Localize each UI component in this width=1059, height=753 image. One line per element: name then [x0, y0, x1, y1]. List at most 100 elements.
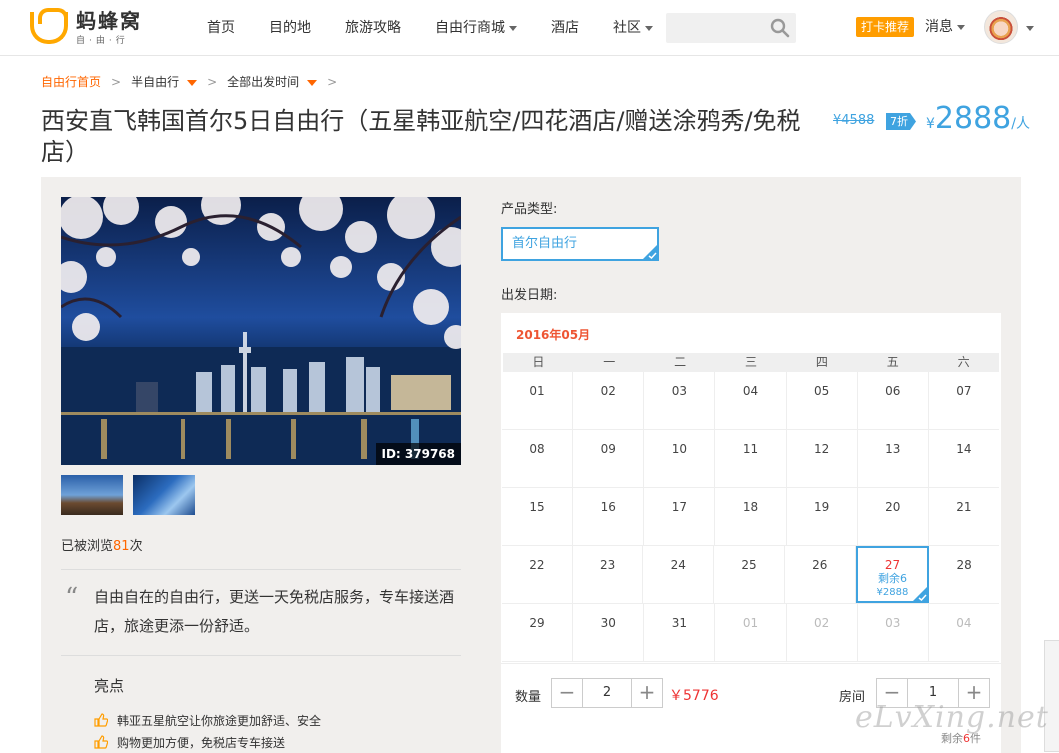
- calendar-day-number: 07: [956, 384, 972, 398]
- thumbs-up-icon: [94, 735, 108, 749]
- calendar-day[interactable]: 11: [715, 430, 787, 487]
- product-type-option[interactable]: 首尔自由行: [501, 227, 659, 261]
- calendar-day[interactable]: 19: [787, 488, 858, 545]
- weekday-label: 三: [745, 355, 758, 369]
- calendar-day[interactable]: 09: [573, 430, 645, 487]
- calendar-day[interactable]: 16: [573, 488, 645, 545]
- calendar-day[interactable]: 28: [929, 546, 999, 603]
- calendar-week-row: 01 02 03 04 05 06 07: [502, 372, 999, 430]
- departure-date-label: 出发日期:: [501, 288, 558, 303]
- nav-community-label: 社区: [613, 20, 641, 36]
- calendar-day[interactable]: 22: [502, 546, 573, 603]
- calendar-day[interactable]: 12: [787, 430, 858, 487]
- thumbnail-sky[interactable]: [133, 475, 195, 515]
- calendar-day[interactable]: 29: [502, 604, 574, 661]
- calendar-day[interactable]: 01: [502, 372, 574, 429]
- calendar-day-number: 24: [670, 558, 686, 572]
- divider: [61, 655, 461, 656]
- chevron-down-icon: [645, 25, 653, 31]
- calendar-day[interactable]: 06: [858, 372, 929, 429]
- calendar-day[interactable]: 23: [573, 546, 644, 603]
- calendar-day: 03: [858, 604, 929, 661]
- breadcrumb-separator: >: [207, 74, 218, 89]
- calendar-day-selected[interactable]: 27 剩余6 ¥2888: [855, 546, 930, 603]
- messages-label: 消息: [925, 19, 953, 35]
- check-icon: [642, 244, 658, 260]
- checkin-recommend-button[interactable]: 打卡推荐: [856, 17, 915, 37]
- calendar-day[interactable]: 13: [858, 430, 929, 487]
- breadcrumb-home[interactable]: 自由行首页: [41, 73, 101, 90]
- calendar-day: 01: [715, 604, 787, 661]
- calendar-day-number: 02: [600, 384, 616, 398]
- calendar-day[interactable]: 26: [785, 546, 856, 603]
- nav-community[interactable]: 社区: [613, 0, 653, 56]
- view-count: 已被浏览81次: [61, 539, 143, 554]
- quantity-label: 数量: [515, 690, 542, 705]
- side-feedback-tab[interactable]: [1044, 640, 1059, 752]
- chevron-down-icon: [307, 79, 318, 86]
- calendar-day[interactable]: 08: [502, 430, 574, 487]
- calendar-day[interactable]: 31: [644, 604, 716, 661]
- calendar-day[interactable]: 04: [715, 372, 787, 429]
- nav-guides[interactable]: 旅游攻略: [345, 0, 401, 56]
- weekday-label: 日: [532, 355, 545, 369]
- calendar-day[interactable]: 10: [644, 430, 716, 487]
- highlights-title: 亮点: [94, 677, 125, 695]
- watermark: eLvXing.net: [855, 700, 1049, 735]
- chevron-down-icon[interactable]: [1026, 26, 1034, 31]
- calendar-day-number: 02: [813, 616, 830, 630]
- calendar-day[interactable]: 20: [858, 488, 929, 545]
- calendar-day[interactable]: 07: [929, 372, 999, 429]
- nav-hotels[interactable]: 酒店: [551, 0, 579, 56]
- site-logo[interactable]: 蚂蜂窝 自·由·行: [30, 8, 142, 46]
- photo-id-label: ID: 379768: [375, 443, 461, 465]
- nav-mall-label: 自由行商城: [435, 20, 505, 36]
- breadcrumb-separator: >: [111, 74, 122, 89]
- calendar-day-number: 19: [813, 500, 830, 514]
- search-icon[interactable]: [770, 18, 790, 38]
- calendar-day[interactable]: 17: [644, 488, 716, 545]
- product-type-label: 产品类型:: [501, 202, 558, 217]
- calendar-day[interactable]: 30: [573, 604, 645, 661]
- nav-mall[interactable]: 自由行商城: [435, 0, 517, 56]
- breadcrumb-separator: >: [327, 74, 338, 89]
- messages-menu[interactable]: 消息: [925, 0, 965, 54]
- chevron-down-icon: [187, 79, 198, 86]
- weekday-label: 五: [886, 355, 899, 369]
- highlight-item: 韩亚五星航空让你旅途更加舒适、安全: [94, 709, 321, 731]
- nav-destinations[interactable]: 目的地: [269, 0, 311, 56]
- calendar-day-number: 28: [956, 558, 972, 572]
- calendar-day-number: 16: [600, 500, 616, 514]
- quantity-decrease-button[interactable]: −: [552, 679, 582, 707]
- calendar-day[interactable]: 18: [715, 488, 787, 545]
- calendar-day-number: 03: [885, 616, 901, 630]
- calendar-weekdays: 日 一 二 三 四 五 六: [503, 353, 999, 372]
- calendar-day[interactable]: 15: [502, 488, 574, 545]
- breadcrumb-half-free-travel[interactable]: 半自由行: [131, 73, 198, 90]
- quantity-increase-button[interactable]: +: [632, 679, 662, 707]
- calendar-day[interactable]: 14: [929, 430, 999, 487]
- calendar-day-number: 31: [671, 616, 687, 630]
- calendar-day[interactable]: 24: [643, 546, 715, 603]
- calendar-day-number: 26: [812, 558, 828, 572]
- search-input[interactable]: [666, 13, 766, 43]
- calendar-day[interactable]: 02: [573, 372, 645, 429]
- original-price: ¥4588: [833, 113, 875, 128]
- calendar-day[interactable]: 05: [787, 372, 858, 429]
- calendar-grid: 01 02 03 04 05 06 07 08 09 10 11 12 13 14 15 16 17 18 19 20…: [502, 372, 999, 662]
- nav-home[interactable]: 首页: [207, 0, 235, 56]
- calendar-day[interactable]: 21: [929, 488, 999, 545]
- thumbnail-palace[interactable]: [61, 475, 123, 515]
- calendar-day-number: 06: [885, 384, 901, 398]
- quantity-input[interactable]: 2: [582, 679, 632, 707]
- thumbs-up-icon: [94, 713, 108, 727]
- weekday-label: 一: [603, 355, 616, 369]
- avatar[interactable]: [984, 10, 1018, 44]
- breadcrumb-departure-time[interactable]: 全部出发时间: [227, 73, 318, 90]
- main-photo[interactable]: ID: 379768: [61, 197, 461, 465]
- calendar-week-row: 08 09 10 11 12 13 14: [502, 430, 999, 488]
- calendar-day[interactable]: 03: [644, 372, 716, 429]
- divider: [61, 569, 461, 570]
- calendar-day[interactable]: 25: [714, 546, 785, 603]
- breadcrumb: 自由行首页 > 半自由行 > 全部出发时间 >: [41, 73, 347, 90]
